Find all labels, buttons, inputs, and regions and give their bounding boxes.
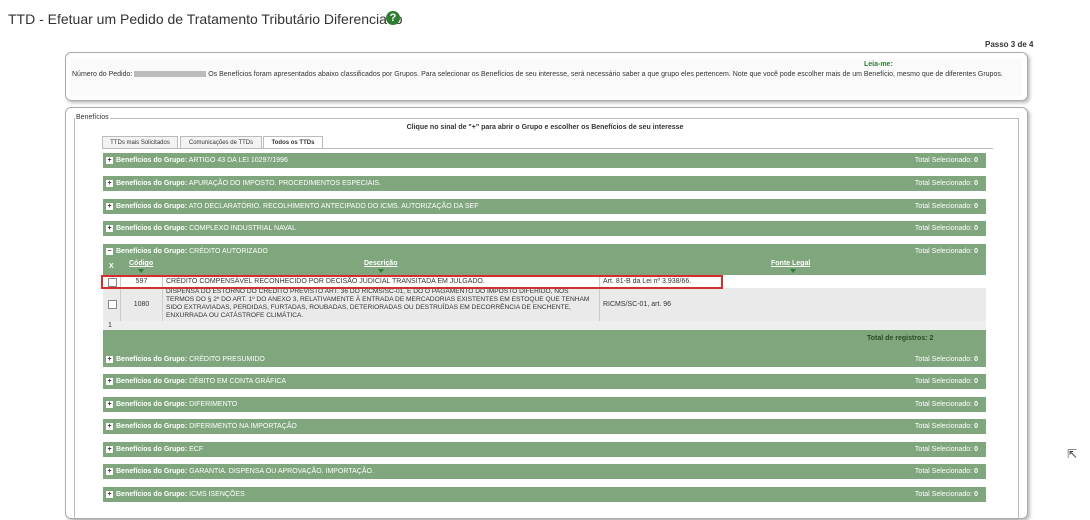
redacted-order-number bbox=[134, 71, 207, 78]
group-header[interactable]: + Benefícios do Grupo: ATO DECLARATÓRIO. … bbox=[103, 199, 986, 214]
group-total: Total Selecionado: 0 bbox=[914, 423, 978, 430]
group-header[interactable]: + Benefícios do Grupo: APURAÇÃO DO IMPOST… bbox=[103, 176, 986, 191]
expand-icon[interactable]: + bbox=[106, 378, 113, 385]
group-total: Total Selecionado: 0 bbox=[914, 468, 978, 475]
group-total: Total Selecionado: 0 bbox=[914, 378, 978, 385]
expanded-group-table: X Código Descrição Fonte Legal 597 CRÉDI… bbox=[103, 258, 986, 352]
page-title: TTD - Efetuar um Pedido de Tratamento Tr… bbox=[8, 11, 403, 27]
group-label: Benefícios do Grupo: DÉBITO EM CONTA GRÁ… bbox=[116, 378, 287, 385]
codigo-cell: 1080 bbox=[121, 288, 163, 321]
collapse-icon[interactable]: − bbox=[106, 248, 113, 255]
expand-icon[interactable]: + bbox=[106, 356, 113, 363]
group-label: Benefícios do Grupo: ECF bbox=[116, 446, 204, 453]
expand-icon[interactable]: + bbox=[106, 491, 113, 498]
info-description: Os Benefícios foram apresentados abaixo … bbox=[208, 71, 1003, 78]
col-descricao-header[interactable]: Descrição bbox=[364, 260, 397, 267]
group-label: Benefícios do Grupo: CRÉDITO PRESUMIDO bbox=[116, 356, 265, 363]
help-icon[interactable]: ? bbox=[386, 11, 400, 25]
info-text: Número do Pedido: Os Benefícios foram ap… bbox=[72, 70, 1017, 79]
group-label: Benefícios do Grupo: COMPLEXO INDUSTRIAL… bbox=[116, 225, 296, 232]
tab-divider bbox=[102, 148, 993, 149]
mouse-cursor-icon: ⇱ bbox=[1067, 447, 1078, 461]
expand-icon[interactable]: + bbox=[106, 180, 113, 187]
group-total: Total Selecionado: 0 bbox=[914, 225, 978, 232]
expand-icon[interactable]: + bbox=[106, 203, 113, 210]
group-total: Total Selecionado: 0 bbox=[914, 491, 978, 498]
col-fonte-header[interactable]: Fonte Legal bbox=[771, 260, 810, 267]
group-header[interactable]: + Benefícios do Grupo: GARANTIA. DISPENSA… bbox=[103, 464, 986, 479]
sort-arrow-icon bbox=[378, 269, 384, 273]
highlight-box bbox=[101, 275, 723, 289]
group-header[interactable]: + Benefícios do Grupo: ICMS ISENÇÕES Total… bbox=[103, 487, 986, 502]
fonte-cell: RICMS/SC-01, art. 96 bbox=[603, 301, 672, 308]
group-header[interactable]: + Benefícios do Grupo: ARTIGO 43 DA LEI 1… bbox=[103, 153, 986, 168]
group-header[interactable]: + Benefícios do Grupo: DIFERIMENTO Total S… bbox=[103, 397, 986, 412]
col-codigo-header[interactable]: Código bbox=[129, 260, 153, 267]
group-label: Benefícios do Grupo: DIFERIMENTO bbox=[116, 401, 238, 408]
group-header[interactable]: + Benefícios do Grupo: DIFERIMENTO NA IMP… bbox=[103, 419, 986, 434]
group-header[interactable]: + Benefícios do Grupo: COMPLEXO INDUSTRIA… bbox=[103, 221, 986, 236]
group-label: Benefícios do Grupo: ICMS ISENÇÕES bbox=[116, 491, 245, 498]
beneficios-legend: Benefícios bbox=[75, 114, 110, 121]
step-indicator: Passo 3 de 4 bbox=[985, 40, 1034, 49]
descricao-cell: DISPENSA DO ESTORNO DO CRÉDITO PREVISTO … bbox=[163, 288, 600, 321]
group-total: Total Selecionado: 0 bbox=[914, 401, 978, 408]
expand-icon[interactable]: + bbox=[106, 423, 113, 430]
group-total: Total Selecionado: 0 bbox=[914, 248, 978, 255]
cell-divider bbox=[103, 288, 121, 321]
expand-icon[interactable]: + bbox=[106, 401, 113, 408]
pedido-label: Número do Pedido: bbox=[72, 71, 133, 78]
group-total: Total Selecionado: 0 bbox=[914, 180, 978, 187]
group-header[interactable]: + Benefícios do Grupo: DÉBITO EM CONTA GR… bbox=[103, 374, 986, 389]
sort-arrow-icon bbox=[138, 269, 144, 273]
table-row[interactable]: 1080 DISPENSA DO ESTORNO DO CRÉDITO PREV… bbox=[103, 288, 986, 321]
total-registros: Total de registros: 2 bbox=[867, 335, 934, 342]
group-label: Benefícios do Grupo: ATO DECLARATÓRIO. R… bbox=[116, 203, 479, 210]
group-label: Benefícios do Grupo: APURAÇÃO DO IMPOSTO… bbox=[116, 180, 382, 187]
group-label: Benefícios do Grupo: CRÉDITO AUTORIZADO bbox=[116, 248, 268, 255]
group-total: Total Selecionado: 0 bbox=[914, 203, 978, 210]
expand-icon[interactable]: + bbox=[106, 468, 113, 475]
group-label: Benefícios do Grupo: DIFERIMENTO NA IMPO… bbox=[116, 423, 297, 430]
expand-icon[interactable]: + bbox=[106, 446, 113, 453]
page-number[interactable]: 1 bbox=[103, 322, 112, 329]
instruction-text: Clique no sinal de "+" para abrir o Grup… bbox=[406, 124, 684, 131]
group-label: Benefícios do Grupo: ARTIGO 43 DA LEI 10… bbox=[116, 157, 288, 164]
expand-icon[interactable]: + bbox=[106, 225, 113, 232]
group-label: Benefícios do Grupo: GARANTIA. DISPENSA … bbox=[116, 468, 374, 475]
group-header[interactable]: + Benefícios do Grupo: ECF Total Seleciona… bbox=[103, 442, 986, 457]
group-total: Total Selecionado: 0 bbox=[914, 356, 978, 363]
sort-arrow-icon bbox=[790, 269, 796, 273]
col-x-header: X bbox=[109, 263, 114, 270]
expand-icon[interactable]: + bbox=[106, 157, 113, 164]
group-header[interactable]: + Benefícios do Grupo: CRÉDITO PRESUMIDO T… bbox=[103, 352, 986, 367]
group-total: Total Selecionado: 0 bbox=[914, 157, 978, 164]
group-header-credito-autorizado[interactable]: − Benefícios do Grupo: CRÉDITO AUTORIZAD… bbox=[103, 244, 986, 259]
group-total: Total Selecionado: 0 bbox=[914, 446, 978, 453]
pager: 1 bbox=[103, 321, 986, 330]
leia-me-label: Leia-me: bbox=[864, 61, 893, 68]
info-panel: Leia-me: Número do Pedido: Os Benefícios… bbox=[65, 52, 1028, 101]
